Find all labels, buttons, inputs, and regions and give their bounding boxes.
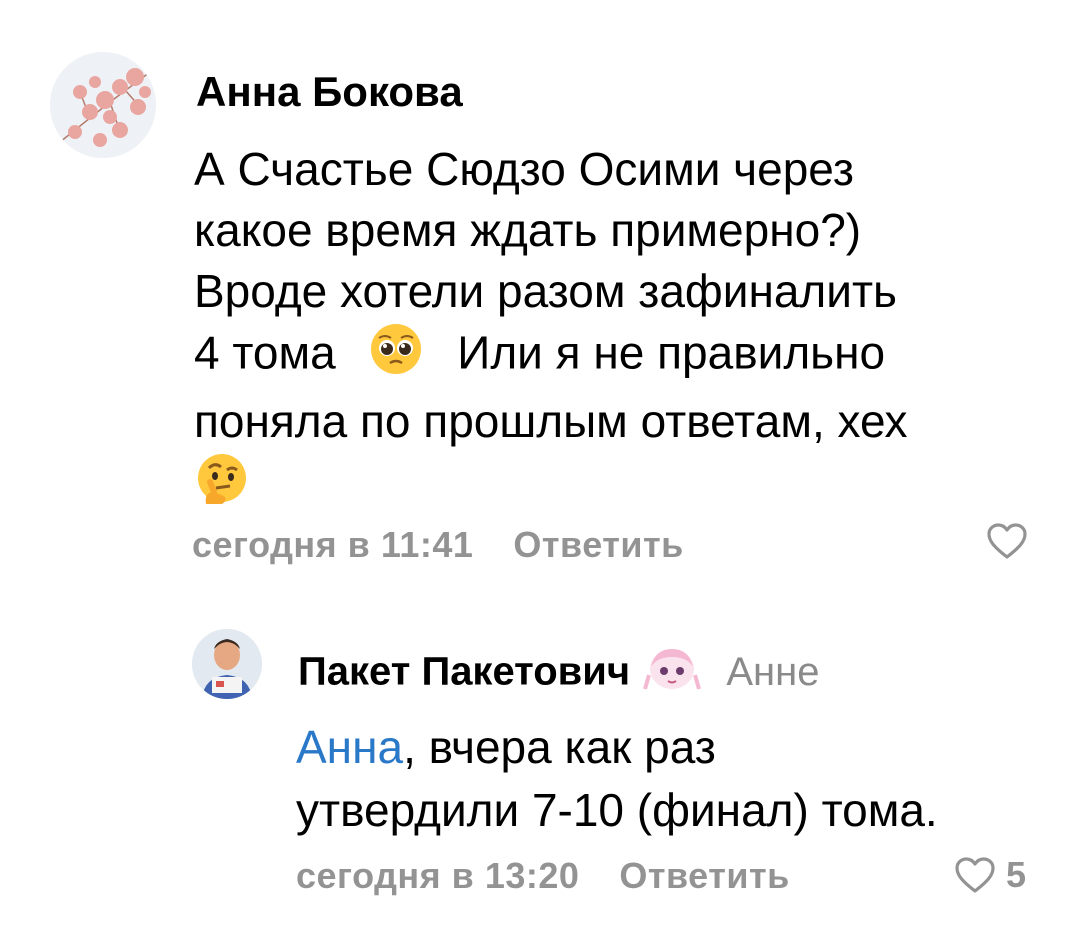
mention-link[interactable]: Анна bbox=[296, 721, 403, 773]
anime-girl-icon bbox=[643, 645, 702, 703]
heart-icon bbox=[955, 857, 995, 893]
comment-author[interactable]: Пакет Пакетович Анне bbox=[298, 645, 819, 703]
comment-author[interactable]: Анна Бокова bbox=[196, 68, 463, 116]
heart-icon bbox=[987, 523, 1027, 559]
comment-meta: сегодня в 13:20 Ответить bbox=[296, 855, 790, 897]
reply-to-label[interactable]: Анне bbox=[726, 650, 819, 694]
text-segment: 4 тома bbox=[194, 326, 336, 379]
comment-meta: сегодня в 11:41 Ответить bbox=[192, 524, 684, 566]
like-button[interactable] bbox=[986, 522, 1028, 560]
reply-button[interactable]: Ответить bbox=[513, 524, 683, 565]
person-photo-icon bbox=[192, 629, 262, 699]
timestamp: сегодня в 13:20 bbox=[296, 855, 580, 896]
comment-text: Анна, вчера как раз утвердили 7-10 (фина… bbox=[296, 716, 938, 842]
avatar[interactable] bbox=[50, 52, 156, 158]
text-line: утвердили 7-10 (финал) тома. bbox=[296, 784, 938, 836]
text-line: 4 тома Или я не правильно bbox=[194, 322, 908, 391]
like-button[interactable]: 5 bbox=[954, 854, 1026, 896]
text-line: поняла по прошлым ответам, хех bbox=[194, 395, 908, 447]
like-count: 5 bbox=[1006, 854, 1027, 895]
avatar[interactable] bbox=[192, 629, 262, 699]
pleading-face-emoji bbox=[369, 322, 423, 391]
thinking-face-emoji bbox=[194, 452, 250, 523]
timestamp: сегодня в 11:41 bbox=[192, 524, 474, 565]
text-segment: Или я не правильно bbox=[457, 326, 886, 379]
text-segment: , вчера как раз bbox=[403, 721, 716, 773]
text-line bbox=[194, 452, 908, 523]
text-line: какое время ждать примерно?) bbox=[194, 204, 862, 256]
author-name: Пакет Пакетович bbox=[298, 649, 631, 694]
comment-text: А Счастье Сюдзо Осими через какое время … bbox=[194, 139, 908, 523]
cherry-blossom-icon bbox=[50, 52, 156, 158]
text-line: А Счастье Сюдзо Осими через bbox=[194, 143, 854, 195]
reply-button[interactable]: Ответить bbox=[619, 855, 789, 896]
text-line: Вроде хотели разом зафиналить bbox=[194, 265, 898, 317]
text-line: Анна, вчера как раз bbox=[296, 716, 938, 779]
